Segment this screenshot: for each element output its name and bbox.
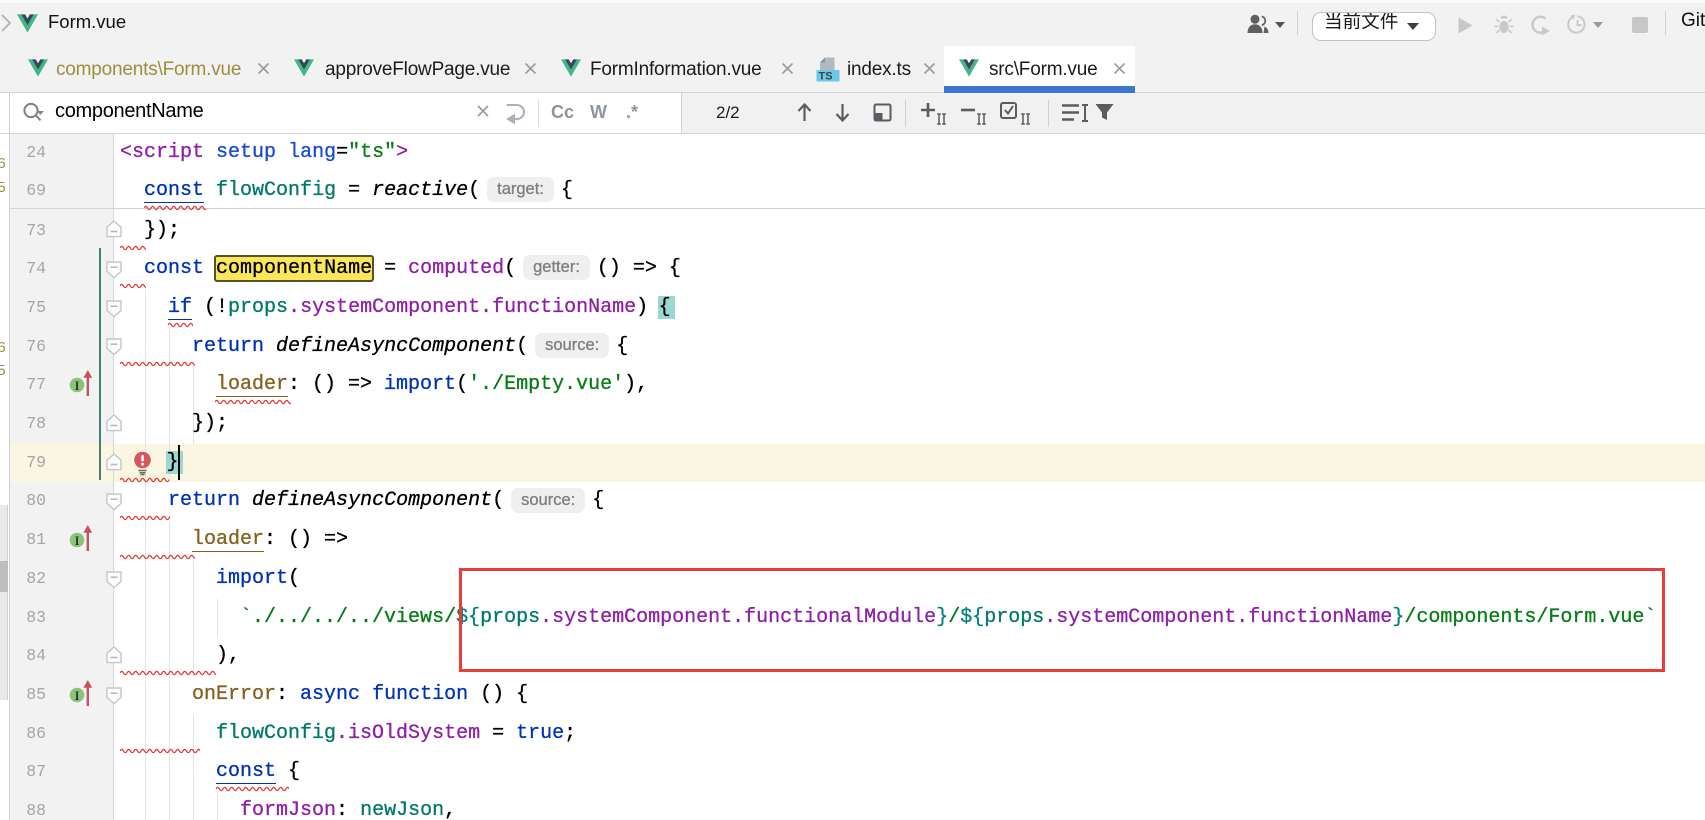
svg-text:I: I (75, 379, 80, 393)
svg-text:I: I (75, 534, 80, 548)
svg-text:I: I (75, 689, 80, 703)
svg-text:TS: TS (818, 71, 832, 82)
